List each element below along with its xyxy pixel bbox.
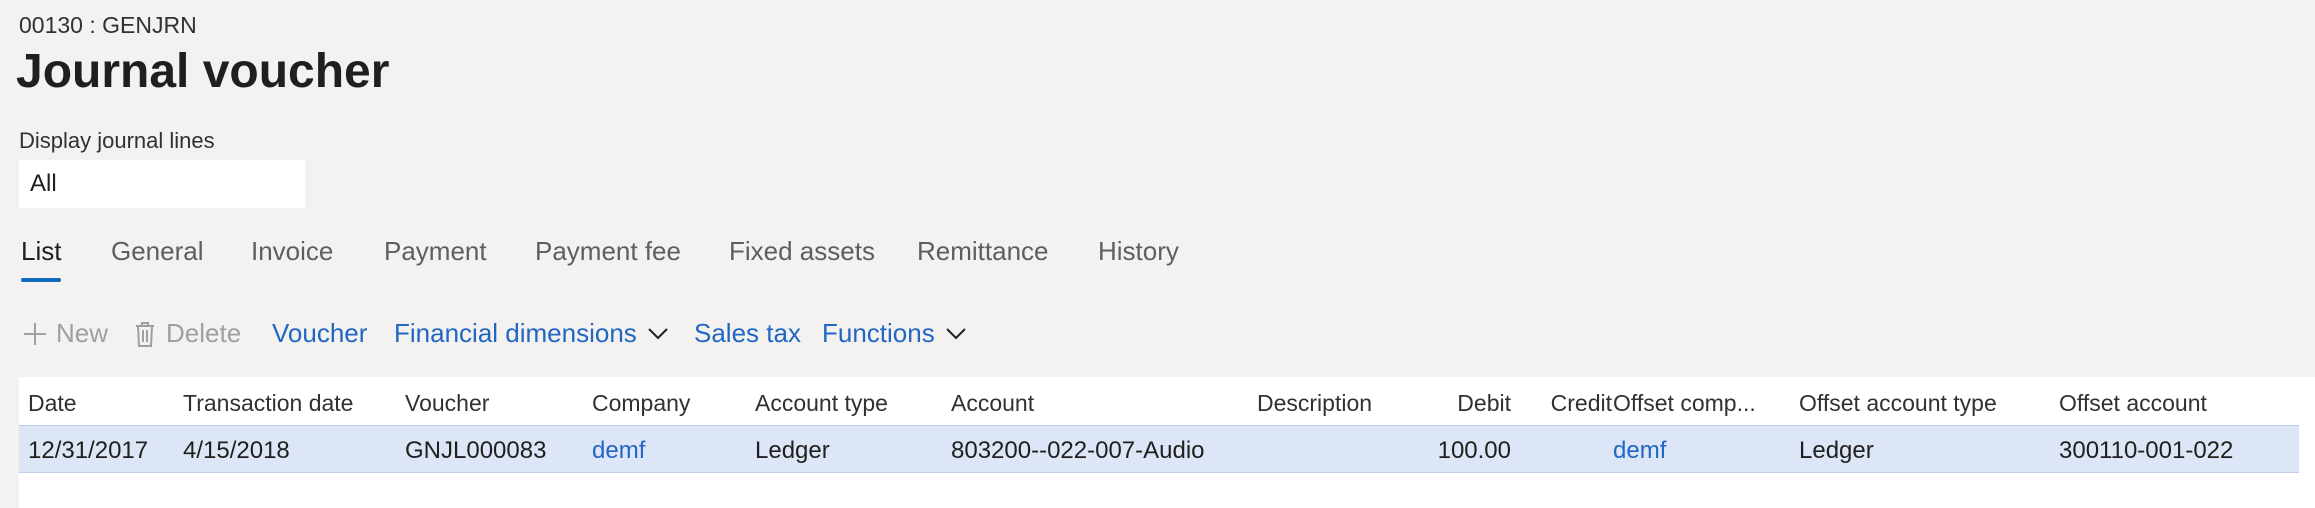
trash-icon [134,320,156,348]
delete-button[interactable]: Delete [134,318,241,349]
column-header-account[interactable]: Account [951,390,1034,417]
tab-list[interactable]: List [21,236,62,282]
functions-menu[interactable]: Functions [822,318,967,349]
column-header-account-type[interactable]: Account type [755,390,888,417]
delete-button-label: Delete [166,318,242,348]
cell-offset-account[interactable]: 300110-001-022 [2059,437,2233,465]
new-button[interactable]: New [22,318,108,349]
chevron-down-icon [945,327,967,341]
voucher-button[interactable]: Voucher [272,318,367,349]
cell-account[interactable]: 803200--022-007-Audio [951,437,1205,465]
financial-dimensions-menu[interactable]: Financial dimensions [394,318,669,349]
column-header-voucher[interactable]: Voucher [405,390,489,417]
column-header-offset-company[interactable]: Offset comp... [1613,390,1756,417]
form-caption: 00130 : GENJRN [19,12,197,38]
page-title: Journal voucher [16,45,390,98]
new-button-label: New [56,318,109,348]
cell-company-link[interactable]: demf [592,437,645,465]
voucher-button-label: Voucher [272,318,368,348]
sales-tax-button[interactable]: Sales tax [694,318,801,349]
tab-fixed-assets[interactable]: Fixed assets [729,236,875,267]
grid-header: Date Transaction date Voucher Company Ac… [19,377,2315,425]
display-journal-lines-label: Display journal lines [19,128,215,153]
journal-voucher-page: 00130 : GENJRN Journal voucher Display j… [0,0,2315,508]
display-journal-lines-select[interactable]: All [19,160,305,208]
column-header-debit[interactable]: Debit [1421,390,1511,417]
column-header-offset-account[interactable]: Offset account [2059,390,2207,417]
cell-transaction-date[interactable]: 4/15/2018 [183,437,290,465]
cell-offset-account-type[interactable]: Ledger [1799,437,1874,465]
cell-debit[interactable]: 100.00 [1401,437,1511,465]
tab-general[interactable]: General [111,236,204,267]
column-header-offset-account-type[interactable]: Offset account type [1799,390,1997,417]
plus-icon [22,321,48,347]
chevron-down-icon [647,327,669,341]
tab-payment[interactable]: Payment [384,236,487,267]
tab-payment-fee[interactable]: Payment fee [535,236,681,267]
column-header-transaction-date[interactable]: Transaction date [183,390,353,417]
column-header-date[interactable]: Date [28,390,77,417]
column-header-company[interactable]: Company [592,390,690,417]
cell-date[interactable]: 12/31/2017 [28,437,148,465]
tab-history[interactable]: History [1098,236,1179,267]
sales-tax-label: Sales tax [694,318,801,348]
cell-voucher[interactable]: GNJL000083 [405,437,546,465]
column-header-description[interactable]: Description [1257,390,1372,417]
column-header-credit[interactable]: Credit [1522,390,1612,417]
financial-dimensions-label: Financial dimensions [394,318,637,348]
tab-remittance[interactable]: Remittance [917,236,1049,267]
tab-invoice[interactable]: Invoice [251,236,333,267]
cell-account-type[interactable]: Ledger [755,437,830,465]
functions-label: Functions [822,318,935,348]
journal-lines-grid: Date Transaction date Voucher Company Ac… [19,377,2315,508]
cell-offset-company-link[interactable]: demf [1613,437,1666,465]
table-row[interactable]: 12/31/2017 4/15/2018 GNJL000083 demf Led… [19,425,2299,473]
